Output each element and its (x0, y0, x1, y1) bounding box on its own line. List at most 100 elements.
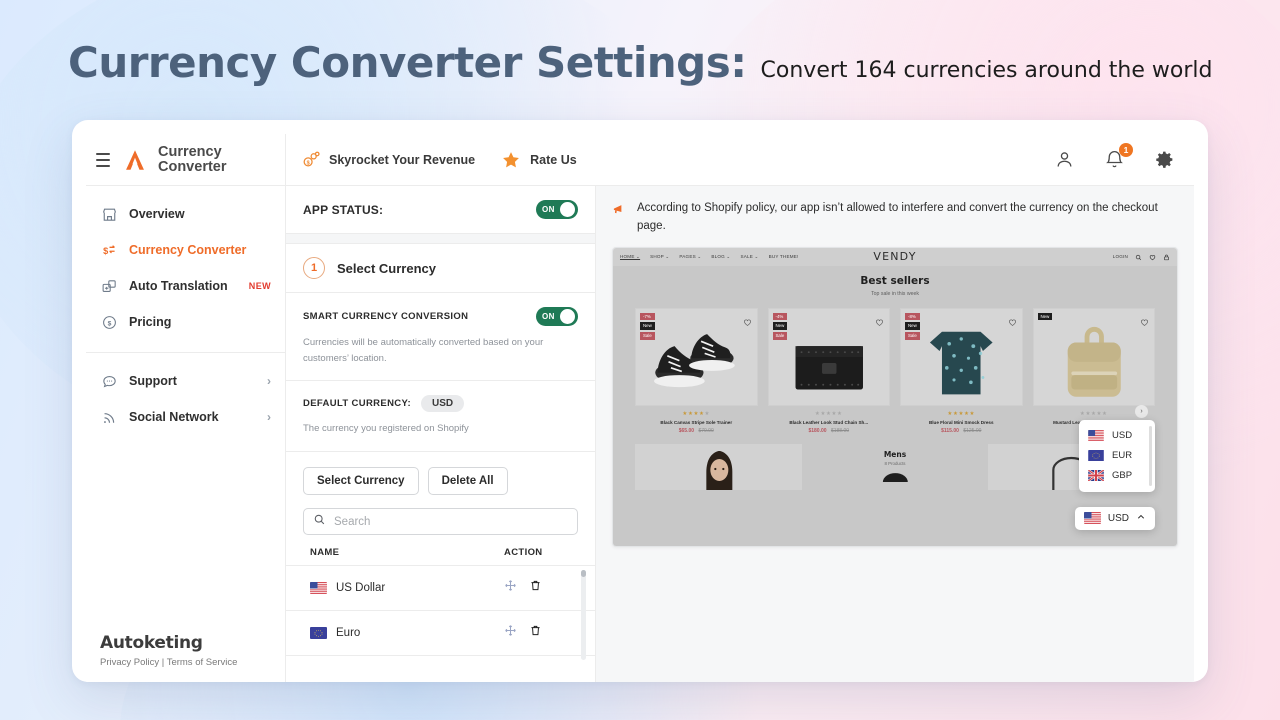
sidebar-item-social-network[interactable]: Social Network › (86, 399, 285, 435)
account-icon[interactable] (1054, 149, 1076, 171)
topnav-item-skyrocket[interactable]: $ Skyrocket Your Revenue (300, 150, 475, 170)
sidebar-item-label: Auto Translation (129, 279, 228, 293)
current-price: $65.00 (678, 427, 695, 434)
megaphone-icon (612, 202, 628, 236)
currency-option-eur[interactable]: EUR (1079, 446, 1155, 466)
delete-all-button[interactable]: Delete All (427, 467, 508, 496)
app-status-label: APP STATUS: (303, 202, 384, 217)
currency-option-usd[interactable]: USD (1079, 426, 1155, 446)
product-card[interactable]: New › ★★★★★ Mustard (1032, 307, 1155, 434)
eu-flag-icon (310, 627, 327, 640)
row-actions (504, 579, 578, 597)
currency-code: GBP (1112, 470, 1133, 482)
product-image: -7% New Sale (635, 307, 758, 406)
dollar-circle-icon: $ (100, 313, 118, 331)
category-tile[interactable] (635, 443, 802, 490)
store-section-title: Best sellers (860, 274, 930, 287)
policy-notice-text: According to Shopify policy, our app isn… (637, 202, 1158, 232)
product-card[interactable]: -8% New Sale ★★★★★ Blue Floral Mini Smoc… (900, 307, 1023, 434)
smart-conversion-description: Currencies will be automatically convert… (303, 337, 544, 364)
store-login-link[interactable]: LOGIN (1113, 254, 1128, 259)
drag-handle-icon[interactable] (504, 579, 517, 597)
app-status-toggle[interactable]: ON (536, 200, 578, 219)
search-icon[interactable] (1135, 248, 1142, 266)
product-image: -8% New Sale (900, 307, 1023, 406)
settings-panel: APP STATUS: ON 1 Select Currency SMART C… (286, 186, 596, 682)
search-input[interactable] (334, 515, 568, 528)
topnav-item-rate-us[interactable]: Rate Us (501, 150, 577, 170)
currency-widget-button[interactable]: USD (1074, 506, 1155, 530)
sidebar-item-overview[interactable]: Overview (86, 196, 285, 232)
notification-bell-icon[interactable]: 1 (1104, 142, 1133, 171)
table-scrollbar-thumb[interactable] (581, 570, 586, 578)
column-header-name: NAME (310, 547, 340, 559)
hamburger-menu-icon[interactable] (94, 149, 112, 171)
currency-search[interactable] (303, 508, 578, 536)
table-row[interactable]: Euro (286, 611, 595, 657)
currency-code: EUR (1112, 450, 1133, 462)
category-tile[interactable]: Mens 8 Products (811, 443, 979, 490)
product-image: New › (1032, 307, 1155, 418)
default-currency-value: USD (420, 395, 465, 413)
product-name: Blue Floral Mini Smock Dress (928, 419, 994, 425)
preview-panel: According to Shopify policy, our app isn… (596, 186, 1194, 682)
rss-icon (100, 408, 118, 426)
table-row[interactable] (286, 656, 595, 682)
product-meta: ★★★★★ Blue Floral Mini Smock Dress $115.… (900, 406, 1023, 434)
currency-table-body[interactable]: US Dollar Euro (286, 566, 595, 682)
footer-links[interactable]: Privacy Policy | Terms of Service (100, 657, 285, 668)
default-currency-description: The currency you registered on Shopify (303, 423, 469, 435)
drag-handle-icon[interactable] (504, 624, 517, 642)
page-subtitle: Convert 164 currencies around the world (760, 58, 1213, 83)
search-icon (313, 513, 326, 531)
currency-code: USD (1112, 430, 1133, 442)
table-row[interactable]: US Dollar (286, 566, 595, 612)
currency-option-gbp[interactable]: GBP (1079, 466, 1155, 486)
chevron-right-icon: › (267, 374, 271, 388)
table-scrollbar-track[interactable] (581, 570, 586, 661)
us-flag-icon (1083, 512, 1101, 525)
sidebar-item-pricing[interactable]: $ Pricing (86, 304, 285, 340)
storefront-preview[interactable]: HOME ⌄ SHOP ⌄ PAGES ⌄ BLOG ⌄ SALE ⌄ BUY … (612, 246, 1178, 547)
select-currency-button[interactable]: Select Currency (303, 467, 419, 496)
gear-icon[interactable] (1154, 149, 1176, 171)
cart-lock-icon[interactable] (1163, 248, 1170, 266)
product-image: -4% New Sale (767, 307, 890, 406)
topbar-actions: 1 (1054, 134, 1194, 185)
sidebar-item-auto-translation[interactable]: Auto Translation NEW (86, 268, 285, 304)
step-title: Select Currency (337, 260, 436, 276)
sidebar-item-support[interactable]: Support › (86, 363, 285, 399)
product-price: $180.00 $188.00 (768, 428, 891, 434)
currency-widget-dropdown[interactable]: USD EUR GBP (1079, 419, 1155, 492)
svg-text:$: $ (306, 160, 309, 166)
app-topbar: Currency Converter $ Skyrocket Your Reve… (86, 134, 1194, 186)
default-currency-section: DEFAULT CURRENCY: USD The currency you r… (286, 381, 595, 453)
app-body: Overview $ Currency Converter Auto Trans… (86, 186, 1194, 682)
product-card[interactable]: -4% New Sale ★★★★★ Black Leather Look St… (767, 307, 891, 434)
selected-currency-code: USD (1107, 512, 1129, 524)
us-flag-icon (1088, 429, 1105, 442)
dropdown-scrollbar[interactable] (1149, 425, 1152, 486)
carousel-next-icon[interactable]: › (1135, 404, 1148, 418)
topbar-nav: $ Skyrocket Your Revenue Rate Us (286, 134, 1054, 185)
trash-icon[interactable] (529, 624, 542, 642)
app-window: Currency Converter $ Skyrocket Your Reve… (72, 120, 1208, 682)
product-grid: -7% New Sale ★★★★★ Black Canvas Stripe S… (613, 297, 1177, 434)
sidebar-item-currency-converter[interactable]: $ Currency Converter (86, 232, 285, 268)
autoketing-wordmark: Autoketing (100, 633, 203, 653)
wishlist-heart-icon[interactable] (1149, 248, 1156, 266)
column-header-action: ACTION (504, 547, 543, 559)
product-card[interactable]: -7% New Sale ★★★★★ Black Canvas Stripe S… (635, 307, 758, 434)
toggle-knob (560, 309, 575, 324)
currency-exchange-icon: $ (100, 241, 118, 259)
product-price: $115.00 $125.00 (900, 428, 1023, 434)
trash-icon[interactable] (529, 579, 542, 597)
store-nav: HOME ⌄ SHOP ⌄ PAGES ⌄ BLOG ⌄ SALE ⌄ BUY … (613, 247, 1177, 266)
store-nav-right: LOGIN (1113, 248, 1170, 266)
smart-conversion-head: SMART CURRENCY CONVERSION ON (303, 307, 578, 326)
gb-flag-icon (1088, 469, 1105, 482)
sidebar-item-label: Currency Converter (129, 243, 247, 257)
product-meta: ★★★★★ Black Leather Look Stud Chain Sh..… (768, 406, 891, 434)
sidebar-footer: Autoketing Privacy Policy | Terms of Ser… (86, 633, 285, 682)
smart-conversion-toggle[interactable]: ON (536, 307, 578, 326)
